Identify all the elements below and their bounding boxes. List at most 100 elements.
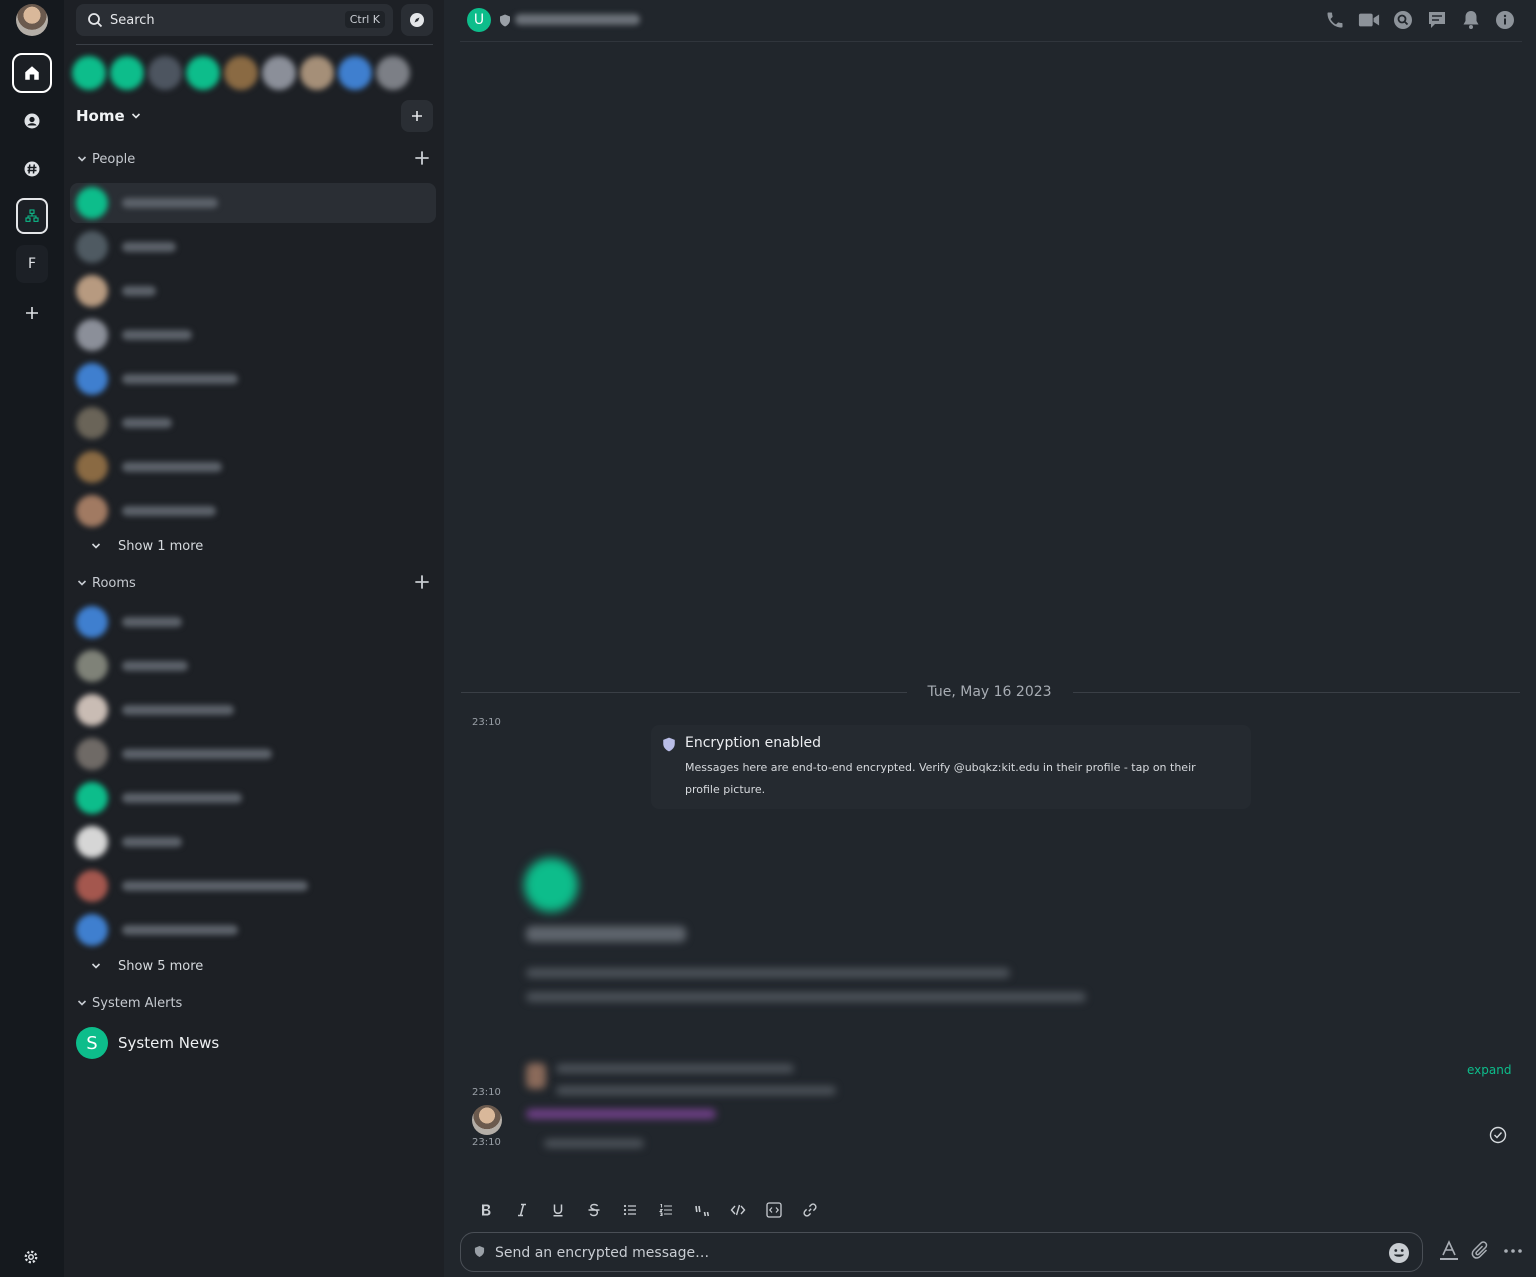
dm-avatar <box>76 407 108 439</box>
people-space-button[interactable] <box>12 101 52 141</box>
room-avatar <box>76 826 108 858</box>
room-info-icon[interactable] <box>1494 9 1516 31</box>
threads-icon[interactable] <box>1426 9 1448 31</box>
home-space-button[interactable] <box>12 53 52 93</box>
dm-row[interactable] <box>70 315 436 355</box>
room-row[interactable] <box>70 778 436 818</box>
home-add-button[interactable] <box>401 100 433 132</box>
code-block-icon[interactable] <box>764 1200 784 1220</box>
room-row[interactable] <box>70 734 436 774</box>
bullet-list-icon[interactable] <box>620 1200 640 1220</box>
underline-icon[interactable] <box>548 1200 568 1220</box>
rooms-section-header[interactable]: Rooms <box>76 572 433 594</box>
room-row[interactable] <box>70 602 436 642</box>
shield-icon <box>500 14 510 27</box>
more-options-icon[interactable] <box>1502 1240 1524 1262</box>
room-name[interactable] <box>515 14 640 25</box>
bold-icon[interactable] <box>476 1200 496 1220</box>
search-room-icon[interactable] <box>1392 9 1414 31</box>
compass-icon <box>410 13 424 27</box>
recent-avatar[interactable] <box>300 56 334 90</box>
add-space-button[interactable] <box>12 293 52 333</box>
reply-preview <box>556 1086 836 1095</box>
recent-avatar[interactable] <box>110 56 144 90</box>
search-button[interactable]: Search Ctrl K <box>76 4 393 36</box>
people-show-more-label: Show 1 more <box>118 538 204 554</box>
recent-avatar[interactable] <box>376 56 410 90</box>
notifications-bell-icon[interactable] <box>1460 9 1482 31</box>
dm-row[interactable] <box>70 271 436 311</box>
explore-rooms-button[interactable] <box>401 4 433 36</box>
link-icon[interactable] <box>800 1200 820 1220</box>
message-input[interactable] <box>495 1242 1345 1264</box>
message-timestamp: 23:10 <box>472 1137 501 1148</box>
recent-rooms-strip <box>72 54 432 92</box>
chevron-down-icon <box>91 543 101 549</box>
dm-row[interactable] <box>70 183 436 223</box>
room-intro-name <box>526 926 686 942</box>
voice-call-icon[interactable] <box>1324 9 1346 31</box>
room-row[interactable] <box>70 690 436 730</box>
sender-avatar[interactable] <box>472 1105 502 1135</box>
composer-actions <box>1438 1240 1524 1262</box>
dm-row[interactable] <box>70 359 436 399</box>
people-show-more[interactable]: Show 1 more <box>84 535 203 557</box>
home-icon <box>25 66 39 80</box>
rooms-show-more[interactable]: Show 5 more <box>84 955 203 977</box>
add-room-icon[interactable] <box>414 574 430 590</box>
room-name <box>122 749 272 759</box>
room-row[interactable] <box>70 910 436 950</box>
room-row[interactable] <box>70 822 436 862</box>
attachment-paperclip-icon[interactable] <box>1470 1240 1492 1262</box>
expand-link[interactable]: expand <box>1467 1063 1511 1077</box>
italic-icon[interactable] <box>512 1200 532 1220</box>
dm-row[interactable] <box>70 403 436 443</box>
strikethrough-icon[interactable] <box>584 1200 604 1220</box>
system-news-row[interactable]: S System News <box>76 1026 219 1060</box>
space-f-button[interactable]: F <box>16 245 48 283</box>
system-alerts-section-header[interactable]: System Alerts <box>76 992 433 1014</box>
dm-name <box>122 462 222 472</box>
room-row[interactable] <box>70 866 436 906</box>
room-view: U Tue, May 16 2023 23:10 Encryption enab… <box>444 0 1536 1277</box>
text-formatting-icon[interactable] <box>1438 1240 1460 1262</box>
quote-icon[interactable] <box>692 1200 712 1220</box>
video-call-icon[interactable] <box>1358 9 1380 31</box>
recent-avatar[interactable] <box>186 56 220 90</box>
dm-row[interactable] <box>70 227 436 267</box>
sender-name <box>526 1109 716 1119</box>
dm-avatar <box>76 231 108 263</box>
org-chart-icon <box>25 209 39 222</box>
emoji-icon[interactable] <box>1388 1242 1410 1264</box>
date-label: Tue, May 16 2023 <box>927 684 1052 700</box>
org-space-button[interactable] <box>16 198 48 234</box>
add-person-icon[interactable] <box>414 150 430 166</box>
people-section-header[interactable]: People <box>76 148 433 170</box>
inline-code-icon[interactable] <box>728 1200 748 1220</box>
user-avatar[interactable] <box>16 4 48 36</box>
chevron-down-icon <box>77 1000 87 1006</box>
recent-avatar[interactable] <box>72 56 106 90</box>
room-avatar[interactable]: U <box>467 8 491 32</box>
room-avatar <box>76 606 108 638</box>
room-row[interactable] <box>70 646 436 686</box>
room-avatar <box>76 650 108 682</box>
dm-row[interactable] <box>70 447 436 487</box>
recent-avatar[interactable] <box>224 56 258 90</box>
search-icon <box>88 13 103 28</box>
header-actions <box>1324 9 1516 31</box>
recent-avatar[interactable] <box>148 56 182 90</box>
dm-name <box>122 506 216 516</box>
recent-avatar[interactable] <box>262 56 296 90</box>
settings-gear-icon[interactable] <box>22 1248 40 1266</box>
dm-row[interactable] <box>70 491 436 531</box>
room-name <box>122 925 238 935</box>
public-rooms-button[interactable] <box>12 149 52 189</box>
recent-avatar[interactable] <box>338 56 372 90</box>
dm-name <box>122 374 238 384</box>
date-separator: Tue, May 16 2023 <box>461 684 1520 704</box>
numbered-list-icon[interactable] <box>656 1200 676 1220</box>
read-receipt-check-icon[interactable] <box>1489 1126 1507 1144</box>
home-header[interactable]: Home <box>76 100 433 132</box>
formatting-toolbar <box>476 1200 820 1220</box>
